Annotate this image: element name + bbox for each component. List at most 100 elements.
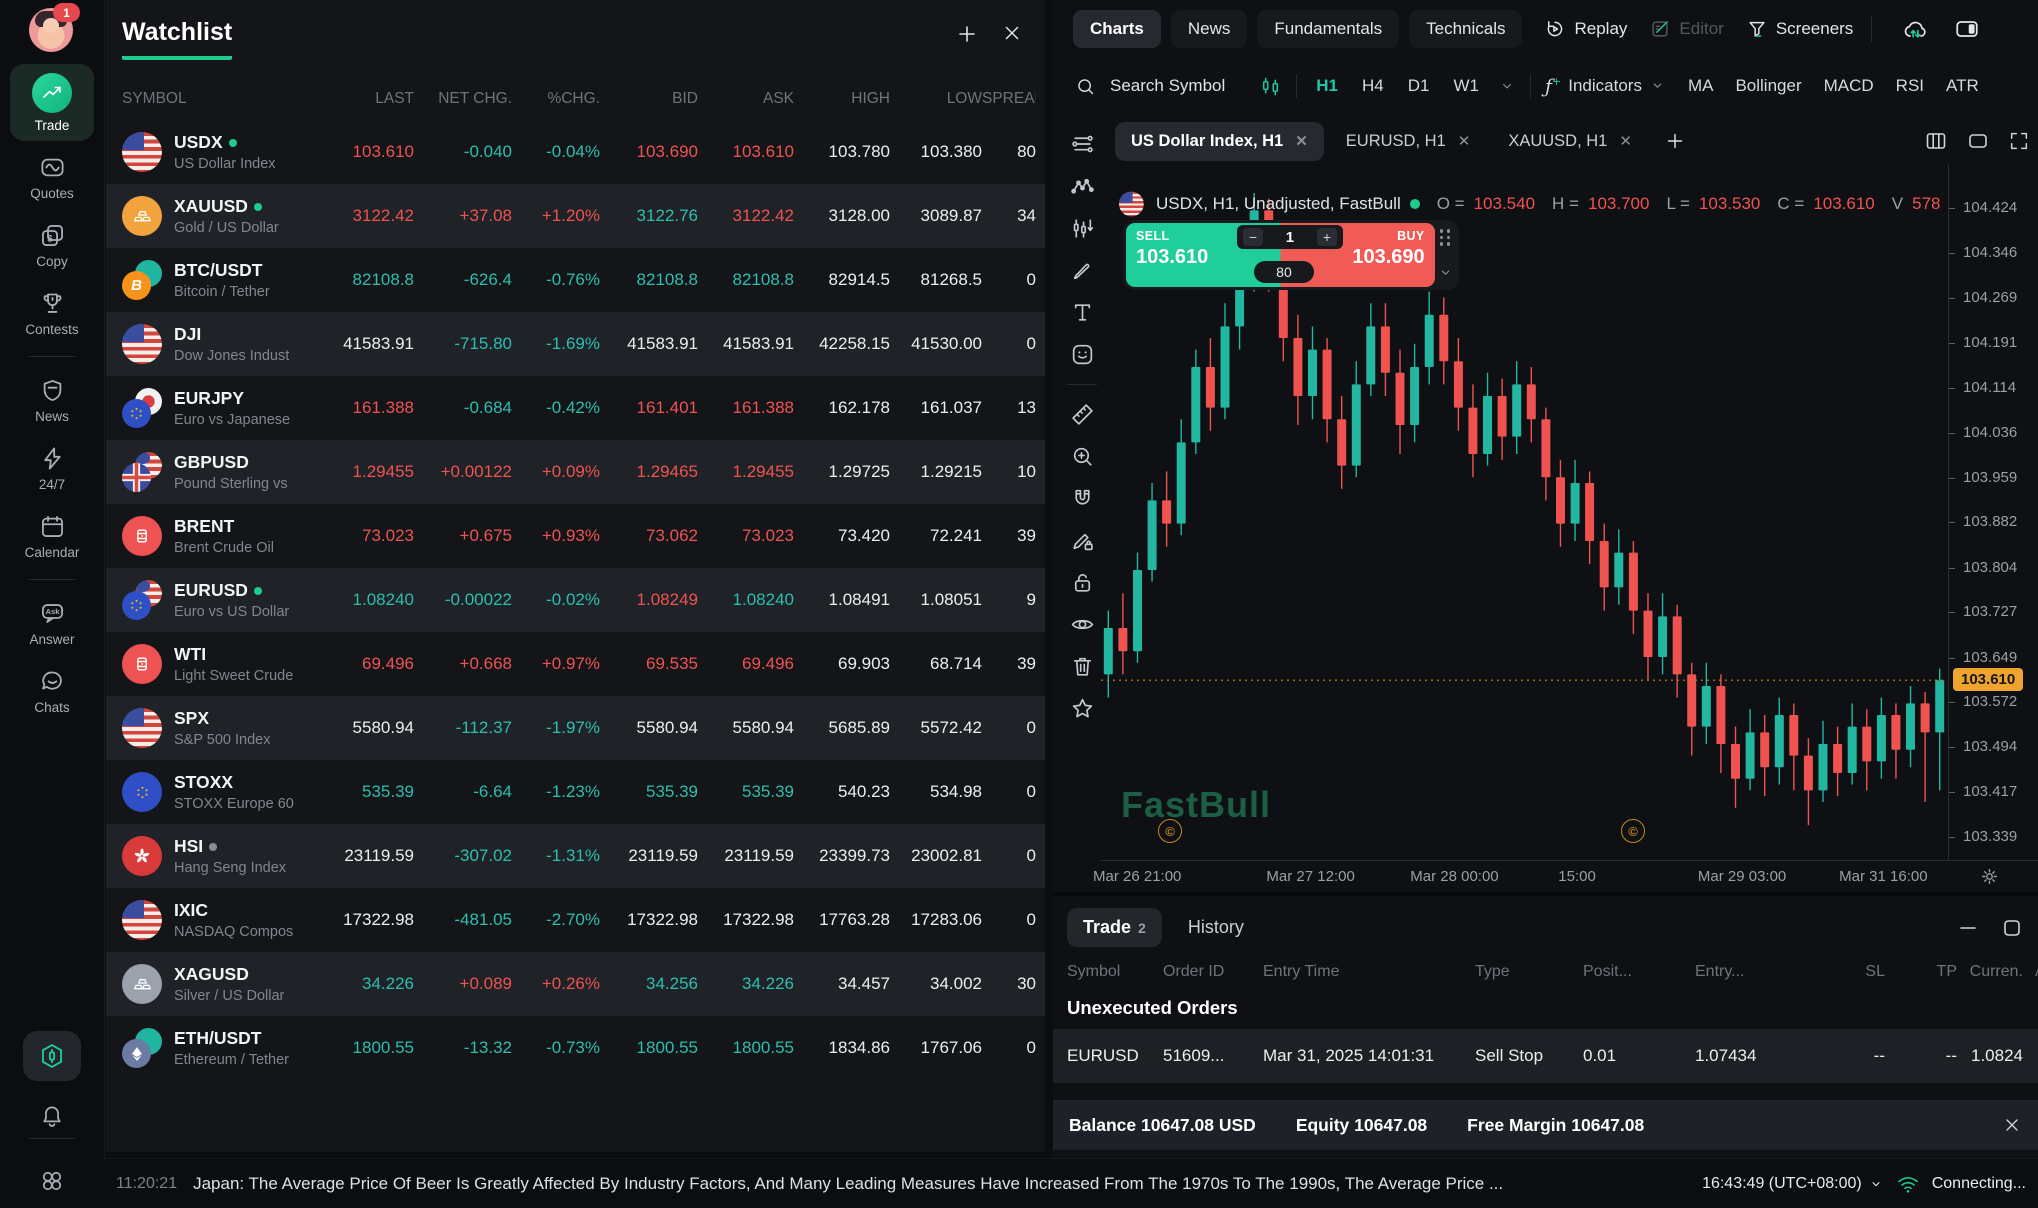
watchlist-row-WTI[interactable]: WTI Light Sweet Crude 69.496 +0.668 +0.9…: [106, 632, 1045, 696]
watchlist-row-XAUUSD[interactable]: XAUUSD Gold / US Dollar 3122.42 +37.08 +…: [106, 184, 1045, 248]
add-symbol-button[interactable]: [955, 22, 979, 46]
orders-column-header[interactable]: Entry Time: [1263, 963, 1475, 981]
orders-column-header[interactable]: Symbol: [1067, 963, 1163, 981]
chart-tab-1[interactable]: EURUSD, H1✕: [1330, 122, 1487, 161]
close-watchlist-button[interactable]: [1001, 22, 1023, 46]
indicator-ma[interactable]: MA: [1688, 76, 1714, 96]
avatar[interactable]: 1: [29, 8, 75, 54]
new-chart-tab-button[interactable]: [1664, 130, 1686, 152]
watchlist-row-XAGUSD[interactable]: XAGUSD Silver / US Dollar 34.226 +0.089 …: [106, 952, 1045, 1016]
watchlist-row-GBPUSD[interactable]: GBPUSD Pound Sterling vs 1.29455 +0.0012…: [106, 440, 1045, 504]
column-header[interactable]: ASK: [698, 90, 794, 108]
time-axis[interactable]: Mar 26 21:00Mar 27 12:00Mar 28 00:0015:0…: [1101, 860, 2038, 889]
maximize-panel-icon[interactable]: [2000, 916, 2024, 940]
orders-column-header[interactable]: Entry...: [1695, 963, 1819, 981]
chart-settings-gear-icon[interactable]: [1979, 866, 2000, 887]
news-ticker[interactable]: Japan: The Average Price Of Beer Is Grea…: [193, 1174, 1686, 1194]
column-header[interactable]: NET CHG.: [414, 90, 512, 108]
close-tab-icon[interactable]: ✕: [1458, 132, 1471, 150]
column-header[interactable]: %CHG.: [512, 90, 600, 108]
nav-tab-news[interactable]: News: [1171, 10, 1248, 48]
watchlist-row-DJI[interactable]: DJI Dow Jones Indust 41583.91 -715.80 -1…: [106, 312, 1045, 376]
nav-tab-fundamentals[interactable]: Fundamentals: [1257, 10, 1399, 48]
sidebar-item-answer[interactable]: AskAnswer: [10, 591, 94, 655]
screeners-button[interactable]: Screeners: [1746, 18, 1853, 40]
chart-plot-area[interactable]: 104.424104.346104.269104.191104.114104.0…: [1053, 164, 2038, 888]
toggle-right-panel-button[interactable]: [1954, 16, 1980, 42]
close-label: C =: [1777, 194, 1804, 214]
watchlist-row-HSI[interactable]: HSI Hang Seng Index 23119.59 -307.02 -1.…: [106, 824, 1045, 888]
watchlist-row-SPX[interactable]: SPX S&P 500 Index 5580.94 -112.37 -1.97%…: [106, 696, 1045, 760]
chart-tab-2[interactable]: XAUUSD, H1✕: [1492, 122, 1648, 161]
watchlist-row-USDX[interactable]: USDX US Dollar Index 103.610 -0.040 -0.0…: [106, 120, 1045, 184]
trade-panel-tab-history[interactable]: History: [1188, 917, 1244, 938]
sidebar-item-trade[interactable]: Trade: [10, 64, 94, 141]
minimize-panel-icon[interactable]: [1956, 916, 1980, 940]
volume-decrease-button[interactable]: −: [1243, 228, 1263, 246]
layout-grid-icon[interactable]: [1924, 129, 1948, 153]
orders-column-header[interactable]: Curren.: [1969, 963, 2035, 981]
chart-type-candles-button[interactable]: [1259, 75, 1282, 98]
column-header[interactable]: SPREAD: [982, 90, 1036, 108]
orders-column-header[interactable]: Type: [1475, 963, 1583, 981]
replay-button[interactable]: Replay: [1544, 18, 1627, 40]
sidebar-item-contests[interactable]: Contests: [10, 281, 94, 345]
watchlist-row-IXIC[interactable]: IXIC NASDAQ Compos 17322.98 -481.05 -2.7…: [106, 888, 1045, 952]
watchlist-row-BTC/USDT[interactable]: B BTC/USDT Bitcoin / Tether 82108.8 -626…: [106, 248, 1045, 312]
layers-tool-icon[interactable]: [1070, 132, 1095, 157]
volume-increase-button[interactable]: +: [1317, 228, 1337, 246]
close-tab-icon[interactable]: ✕: [1619, 132, 1632, 150]
column-header[interactable]: BID: [600, 90, 698, 108]
column-header[interactable]: LAST: [326, 90, 414, 108]
sidebar-item-chats[interactable]: Chats: [10, 659, 94, 723]
price-axis[interactable]: 104.424104.346104.269104.191104.114104.0…: [1948, 164, 2038, 860]
watchlist-row-ETH/USDT[interactable]: ETH/USDT Ethereum / Tether 1800.55 -13.3…: [106, 1016, 1045, 1080]
indicator-macd[interactable]: MACD: [1824, 76, 1874, 96]
sidebar-item-quotes[interactable]: Quotes: [10, 145, 94, 209]
collapse-widget-chevron-icon[interactable]: [1437, 264, 1454, 281]
sidebar-item-calendar[interactable]: Calendar: [10, 504, 94, 568]
close-tab-icon[interactable]: ✕: [1295, 132, 1308, 150]
nav-tab-charts[interactable]: Charts: [1073, 10, 1161, 48]
editor-button[interactable]: Editor: [1649, 18, 1723, 40]
drag-handle-icon[interactable]: [1440, 229, 1451, 246]
notifications-button[interactable]: [39, 1103, 65, 1129]
orders-column-header[interactable]: Order ID: [1163, 963, 1263, 981]
column-header[interactable]: LOW: [890, 90, 982, 108]
quick-trade-button[interactable]: [23, 1031, 81, 1081]
column-header[interactable]: SYMBOL: [122, 90, 326, 108]
timeframe-H1[interactable]: H1: [1311, 76, 1343, 96]
timeframes-chevron-icon[interactable]: [1498, 77, 1516, 95]
order-row-EURUSD[interactable]: EURUSD 51609... Mar 31, 2025 14:01:31 Se…: [1053, 1029, 2038, 1083]
column-header[interactable]: HIGH: [794, 90, 890, 108]
cloud-sync-button[interactable]: [1902, 16, 1928, 42]
indicators-button[interactable]: ƒ+Indicators: [1545, 75, 1666, 97]
timeframe-H4[interactable]: H4: [1357, 76, 1389, 96]
sidebar-item-news[interactable]: News: [10, 368, 94, 432]
layout-single-icon[interactable]: [1966, 129, 1990, 153]
orders-column-header[interactable]: Posit...: [1583, 963, 1695, 981]
apps-button[interactable]: [39, 1168, 65, 1194]
watchlist-row-STOXX[interactable]: STOXX STOXX Europe 60 535.39 -6.64 -1.23…: [106, 760, 1045, 824]
indicator-rsi[interactable]: RSI: [1896, 76, 1924, 96]
chart-tab-0[interactable]: US Dollar Index, H1✕: [1115, 122, 1324, 161]
watchlist-row-BRENT[interactable]: BRENT Brent Crude Oil 73.023 +0.675 +0.9…: [106, 504, 1045, 568]
sell-button[interactable]: SELL 103.610: [1126, 223, 1251, 287]
fullscreen-icon[interactable]: [2008, 130, 2030, 152]
legend-symbol: USDX, H1, Unadjusted, FastBull: [1156, 194, 1401, 214]
watchlist-row-EURUSD[interactable]: EURUSD Euro vs US Dollar 1.08240 -0.0002…: [106, 568, 1045, 632]
orders-column-header[interactable]: SL: [1819, 963, 1897, 981]
search-symbol-input[interactable]: Search Symbol: [1110, 76, 1225, 96]
timeframe-D1[interactable]: D1: [1403, 76, 1435, 96]
nav-tab-technicals[interactable]: Technicals: [1409, 10, 1522, 48]
sidebar-item-copy[interactable]: $Copy: [10, 213, 94, 277]
sidebar-item-247[interactable]: 24/7: [10, 436, 94, 500]
timeframe-W1[interactable]: W1: [1448, 76, 1484, 96]
indicator-bollinger[interactable]: Bollinger: [1735, 76, 1801, 96]
indicator-atr[interactable]: ATR: [1946, 76, 1979, 96]
orders-column-header[interactable]: TP: [1897, 963, 1969, 981]
close-balance-bar-button[interactable]: [2002, 1115, 2022, 1135]
trade-panel-tab-trade[interactable]: Trade2: [1067, 908, 1162, 947]
server-time-dropdown[interactable]: 16:43:49 (UTC+08:00): [1702, 1175, 1884, 1193]
watchlist-row-EURJPY[interactable]: EURJPY Euro vs Japanese 161.388 -0.684 -…: [106, 376, 1045, 440]
